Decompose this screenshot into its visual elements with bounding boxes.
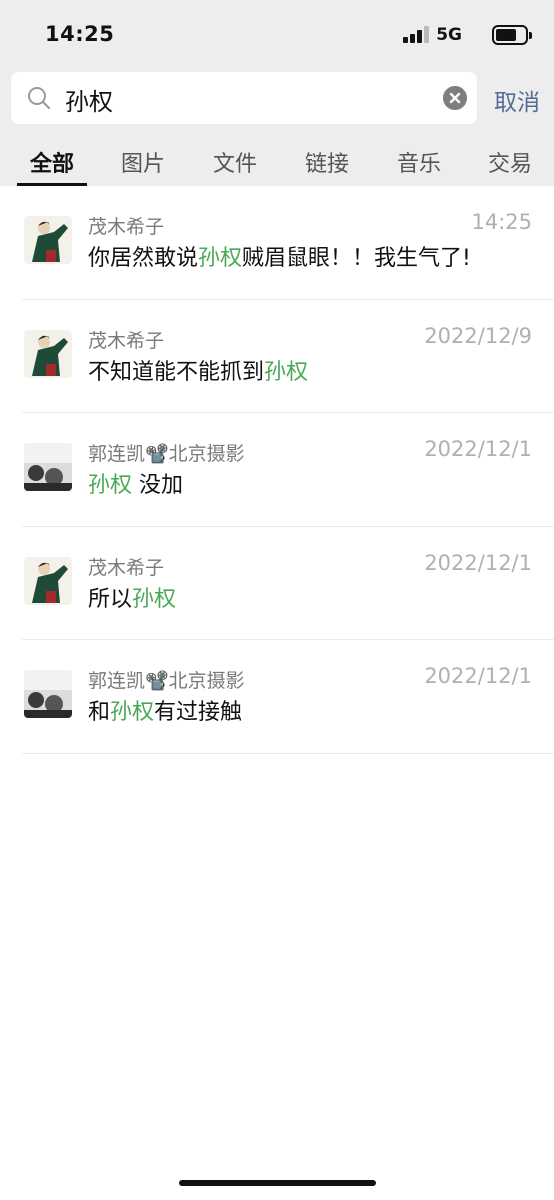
tab-links[interactable]: 链接 (287, 146, 367, 178)
message-part: 不知道能不能抓到 (88, 359, 265, 385)
keyword-highlight: 孙权 (132, 586, 177, 612)
battery-icon (492, 25, 532, 45)
sender-name: 茂木希子 (88, 329, 165, 352)
result-row[interactable]: 茂木希子 14:25 你居然敢说孙权贼眉鼠眼！！我生气了! (0, 186, 554, 300)
status-time: 14:25 (45, 22, 115, 46)
search-row: 取消 (11, 72, 554, 124)
sender-name: 茂木希子 (88, 216, 165, 238)
status-indicators: 5G (392, 24, 532, 46)
avatar[interactable] (24, 670, 72, 718)
keyword-highlight: 孙权 (264, 359, 309, 385)
keyword-highlight: 孙权 (198, 246, 243, 271)
message-text: 你居然敢说孙权贼眉鼠眼！！我生气了! (88, 240, 471, 272)
sender-name: 茂木希子 (88, 556, 165, 579)
divider (22, 752, 554, 754)
keyword-highlight: 孙权 (88, 473, 133, 498)
message-date: 2022/12/1 (424, 550, 532, 575)
message-date: 14:25 (471, 210, 532, 234)
keyword-highlight: 孙权 (110, 700, 155, 725)
filter-tabs: 全部 图片 文件 链接 音乐 交易 (0, 140, 554, 186)
message-text: 不知道能不能抓到孙权 (88, 354, 308, 386)
message-text: 孙权 没加 (88, 467, 183, 499)
tab-files[interactable]: 文件 (195, 146, 275, 178)
home-indicator[interactable] (179, 1180, 376, 1186)
message-part: 所以 (88, 586, 133, 612)
message-part: 有过接触 (154, 700, 243, 725)
sender-name: 郭连凯📽️北京摄影 (88, 443, 245, 465)
message-date: 2022/12/1 (424, 664, 532, 688)
message-text: 所以孙权 (88, 581, 176, 613)
message-text: 和孙权有过接触 (88, 694, 242, 726)
sender-name: 郭连凯📽️北京摄影 (88, 670, 245, 692)
avatar[interactable] (24, 329, 72, 378)
avatar[interactable] (24, 443, 72, 491)
result-row[interactable]: 郭连凯📽️北京摄影 2022/12/1 孙权 没加 (0, 413, 554, 527)
tab-music[interactable]: 音乐 (379, 146, 459, 178)
tab-all[interactable]: 全部 (12, 146, 92, 178)
header-area: 14:25 5G 取 (0, 0, 554, 186)
message-part: 你居然敢说 (88, 246, 199, 271)
result-row[interactable]: 茂木希子 2022/12/1 所以孙权 (0, 527, 554, 640)
result-row[interactable]: 茂木希子 2022/12/9 不知道能不能抓到孙权 (0, 300, 554, 413)
search-results-list: 茂木希子 14:25 你居然敢说孙权贼眉鼠眼！！我生气了! 茂木希子 2022/… (0, 186, 554, 754)
network-type: 5G (436, 25, 462, 45)
avatar[interactable] (24, 556, 72, 605)
message-date: 2022/12/9 (424, 323, 532, 348)
result-row[interactable]: 郭连凯📽️北京摄影 2022/12/1 和孙权有过接触 (0, 640, 554, 754)
message-part: 贼眉鼠眼！！我生气了! (242, 246, 471, 271)
cancel-button[interactable]: 取消 (494, 83, 540, 117)
tab-images[interactable]: 图片 (103, 146, 183, 178)
avatar[interactable] (24, 216, 72, 264)
status-bar: 14:25 5G (0, 0, 554, 68)
message-part: 没加 (132, 473, 184, 498)
search-input[interactable] (65, 84, 425, 114)
cellular-signal-icon (403, 26, 431, 43)
message-date: 2022/12/1 (424, 437, 532, 461)
search-box[interactable] (11, 72, 477, 124)
tab-transactions[interactable]: 交易 (470, 146, 550, 178)
clear-icon[interactable] (443, 86, 467, 110)
search-icon (28, 87, 51, 110)
message-part: 和 (88, 700, 111, 725)
